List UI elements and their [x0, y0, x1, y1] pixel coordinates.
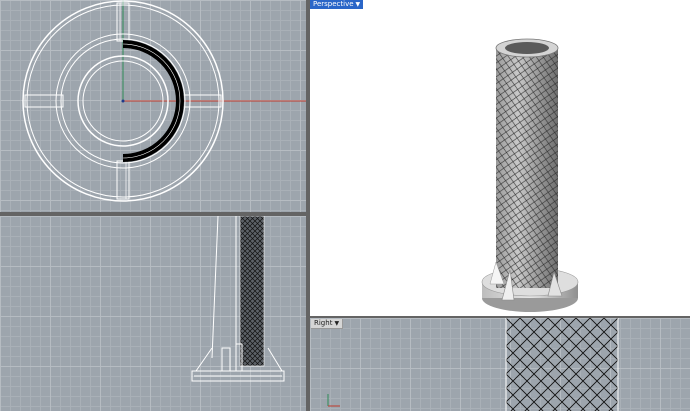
perspective-model — [481, 38, 579, 312]
top-viewport[interactable] — [0, 0, 306, 212]
right-viewport[interactable]: Right ▼ — [310, 318, 690, 411]
right-view-geometry — [327, 318, 619, 411]
front-view-geometry — [191, 216, 285, 382]
top-view-geometry — [22, 0, 306, 202]
perspective-viewport[interactable]: Perspective ▼ — [310, 0, 690, 316]
front-viewport[interactable] — [0, 216, 306, 411]
